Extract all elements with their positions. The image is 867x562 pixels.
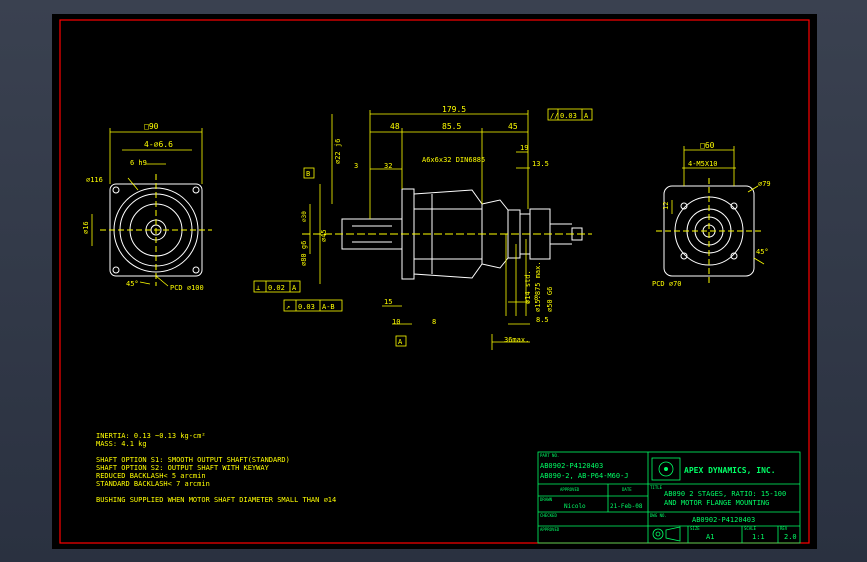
right-dim-12-label: 12 bbox=[662, 202, 670, 210]
left-angle-label: 45° bbox=[126, 280, 139, 288]
company-logo-icon bbox=[651, 457, 681, 481]
note-line: INERTIA: 0.13 ~0.13 kg-cm² bbox=[96, 432, 206, 440]
bore-max-label: ⌀15.875 max. bbox=[534, 261, 542, 312]
svg-text:CHECKED: CHECKED bbox=[540, 513, 557, 518]
datum-a: A bbox=[395, 335, 407, 347]
note-line: MASS: 4.1 kg bbox=[96, 440, 147, 448]
len-36-label: 36max. bbox=[504, 336, 529, 344]
svg-text:B: B bbox=[306, 170, 310, 178]
note-line: SHAFT OPTION S1: SMOOTH OUTPUT SHAFT(STA… bbox=[96, 456, 290, 464]
part-no-1: AB0902-P4120403 bbox=[540, 462, 603, 470]
seg-48-label: 48 bbox=[390, 122, 400, 131]
svg-text:APPROVED: APPROVED bbox=[540, 527, 560, 532]
len-85-label: 8.5 bbox=[536, 316, 549, 324]
motor-dia-label: ⌀50 G6 bbox=[546, 287, 554, 312]
sheet-size: A1 bbox=[706, 533, 714, 541]
svg-text:DWG NO.: DWG NO. bbox=[650, 513, 667, 518]
cad-drawing: □90 4-⌀6.6 6 h9 ⌀116 ⌀16 45° PCD ⌀100 17… bbox=[59, 19, 810, 544]
drawing-sheet: □90 4-⌀6.6 6 h9 ⌀116 ⌀16 45° PCD ⌀100 17… bbox=[52, 14, 817, 549]
left-pcd-label: PCD ⌀100 bbox=[170, 284, 204, 292]
svg-text:A: A bbox=[398, 338, 403, 346]
right-pcd-label: PCD ⌀70 bbox=[652, 280, 682, 288]
left-square-label: □90 bbox=[144, 122, 159, 131]
svg-text:0.03: 0.03 bbox=[298, 303, 315, 311]
company-name: APEX DYNAMICS, INC. bbox=[684, 466, 776, 475]
tolerance-flatness: ⊥ 0.02 A bbox=[253, 280, 301, 293]
datum-b: B bbox=[303, 167, 315, 179]
projection-symbol-icon bbox=[652, 526, 681, 542]
overall-length-label: 179.5 bbox=[442, 105, 466, 114]
len-3-label: 3 bbox=[354, 162, 358, 170]
len-135-label: 13.5 bbox=[532, 160, 549, 168]
note-line: SHAFT OPTION S2: OUTPUT SHAFT WITH KEYWA… bbox=[96, 464, 270, 472]
tolerance-parallel: // 0.03 A bbox=[547, 108, 593, 121]
dia-30-label: ⌀30 bbox=[301, 211, 308, 222]
tolerance-runout: ↗ 0.03 A-B bbox=[283, 299, 343, 312]
left-face-dia-label: ⌀16 bbox=[82, 221, 90, 234]
left-holes-label: 4-⌀6.6 bbox=[144, 140, 173, 149]
svg-text:SIZE: SIZE bbox=[690, 526, 700, 531]
bore-dia-label: ⌀14 std. bbox=[524, 270, 532, 304]
svg-text:DRAWN: DRAWN bbox=[540, 497, 553, 502]
svg-text:APPROVED: APPROVED bbox=[560, 487, 580, 492]
side-profile-view bbox=[302, 188, 592, 280]
left-end-view bbox=[100, 174, 212, 286]
svg-text:0.03: 0.03 bbox=[560, 112, 577, 120]
svg-text:A: A bbox=[292, 284, 297, 292]
svg-text://: // bbox=[550, 112, 558, 120]
pilot-dia-label: ⌀80 g6 bbox=[300, 241, 308, 266]
svg-text:DATE: DATE bbox=[622, 487, 632, 492]
left-view-dimensions bbox=[91, 128, 203, 287]
revision: 2.0 bbox=[784, 533, 797, 541]
right-view-dimensions bbox=[671, 146, 765, 265]
right-angle-label: 45° bbox=[756, 248, 769, 256]
len-19-label: 19 bbox=[520, 144, 528, 152]
notes-block: INERTIA: 0.13 ~0.13 kg-cm²MASS: 4.1 kg SH… bbox=[96, 432, 336, 504]
seg-855-label: 85.5 bbox=[442, 122, 461, 131]
svg-text:SCALE: SCALE bbox=[744, 526, 757, 531]
part-no-2: AB090-2, AB-P64-M60-J bbox=[540, 472, 629, 480]
svg-text:PART NO.: PART NO. bbox=[540, 453, 559, 458]
note-line: REDUCED BACKLASH< 5 arcmin bbox=[96, 472, 206, 480]
drawn-by: Nicolo bbox=[564, 503, 586, 510]
len-8b-label: 8 bbox=[534, 294, 538, 302]
right-dia-79-label: ⌀79 bbox=[758, 180, 771, 188]
svg-text:⊥: ⊥ bbox=[256, 284, 260, 292]
dwg-no: AB0902-P4120403 bbox=[692, 516, 755, 524]
len-32-label: 32 bbox=[384, 162, 392, 170]
key-label: A6x6x32 DIN6885 bbox=[422, 156, 485, 164]
len-15-label: 15 bbox=[384, 298, 392, 306]
note-line: STANDARD BACKLASH< 7 arcmin bbox=[96, 480, 210, 488]
right-holes-label: 4-M5X10 bbox=[688, 160, 718, 168]
svg-text:↗: ↗ bbox=[286, 303, 290, 311]
note-line: BUSHING SUPPLIED WHEN MOTOR SHAFT DIAMET… bbox=[96, 496, 336, 504]
svg-text:TITLE: TITLE bbox=[650, 485, 663, 490]
dia-45-label: ⌀45 bbox=[320, 229, 328, 242]
drawing-scale: 1:1 bbox=[752, 533, 765, 541]
svg-text:REV: REV bbox=[780, 526, 788, 531]
right-square-label: □60 bbox=[700, 141, 715, 150]
left-keyway-label: 6 h9 bbox=[130, 159, 147, 167]
len-8-label: 8 bbox=[432, 318, 436, 326]
right-end-view bbox=[656, 178, 764, 284]
svg-text:A-B: A-B bbox=[322, 303, 335, 311]
shaft-dia-label: ⌀22 j6 bbox=[334, 139, 342, 164]
title-line-2: AND MOTOR FLANGE MOUNTING bbox=[664, 499, 769, 507]
seg-45-label: 45 bbox=[508, 122, 518, 131]
len-10-label: 10 bbox=[392, 318, 400, 326]
title-line-1: AB090 2 STAGES, RATIO: 15-100 bbox=[664, 490, 786, 498]
drawn-date: 21-Feb-08 bbox=[610, 503, 643, 510]
svg-text:A: A bbox=[584, 112, 589, 120]
side-view-dimensions bbox=[309, 110, 530, 350]
svg-text:0.02: 0.02 bbox=[268, 284, 285, 292]
left-outer-dia-label: ⌀116 bbox=[86, 176, 103, 184]
title-block-text: PART NO. AB0902-P4120403 AB090-2, AB-P64… bbox=[540, 453, 797, 542]
